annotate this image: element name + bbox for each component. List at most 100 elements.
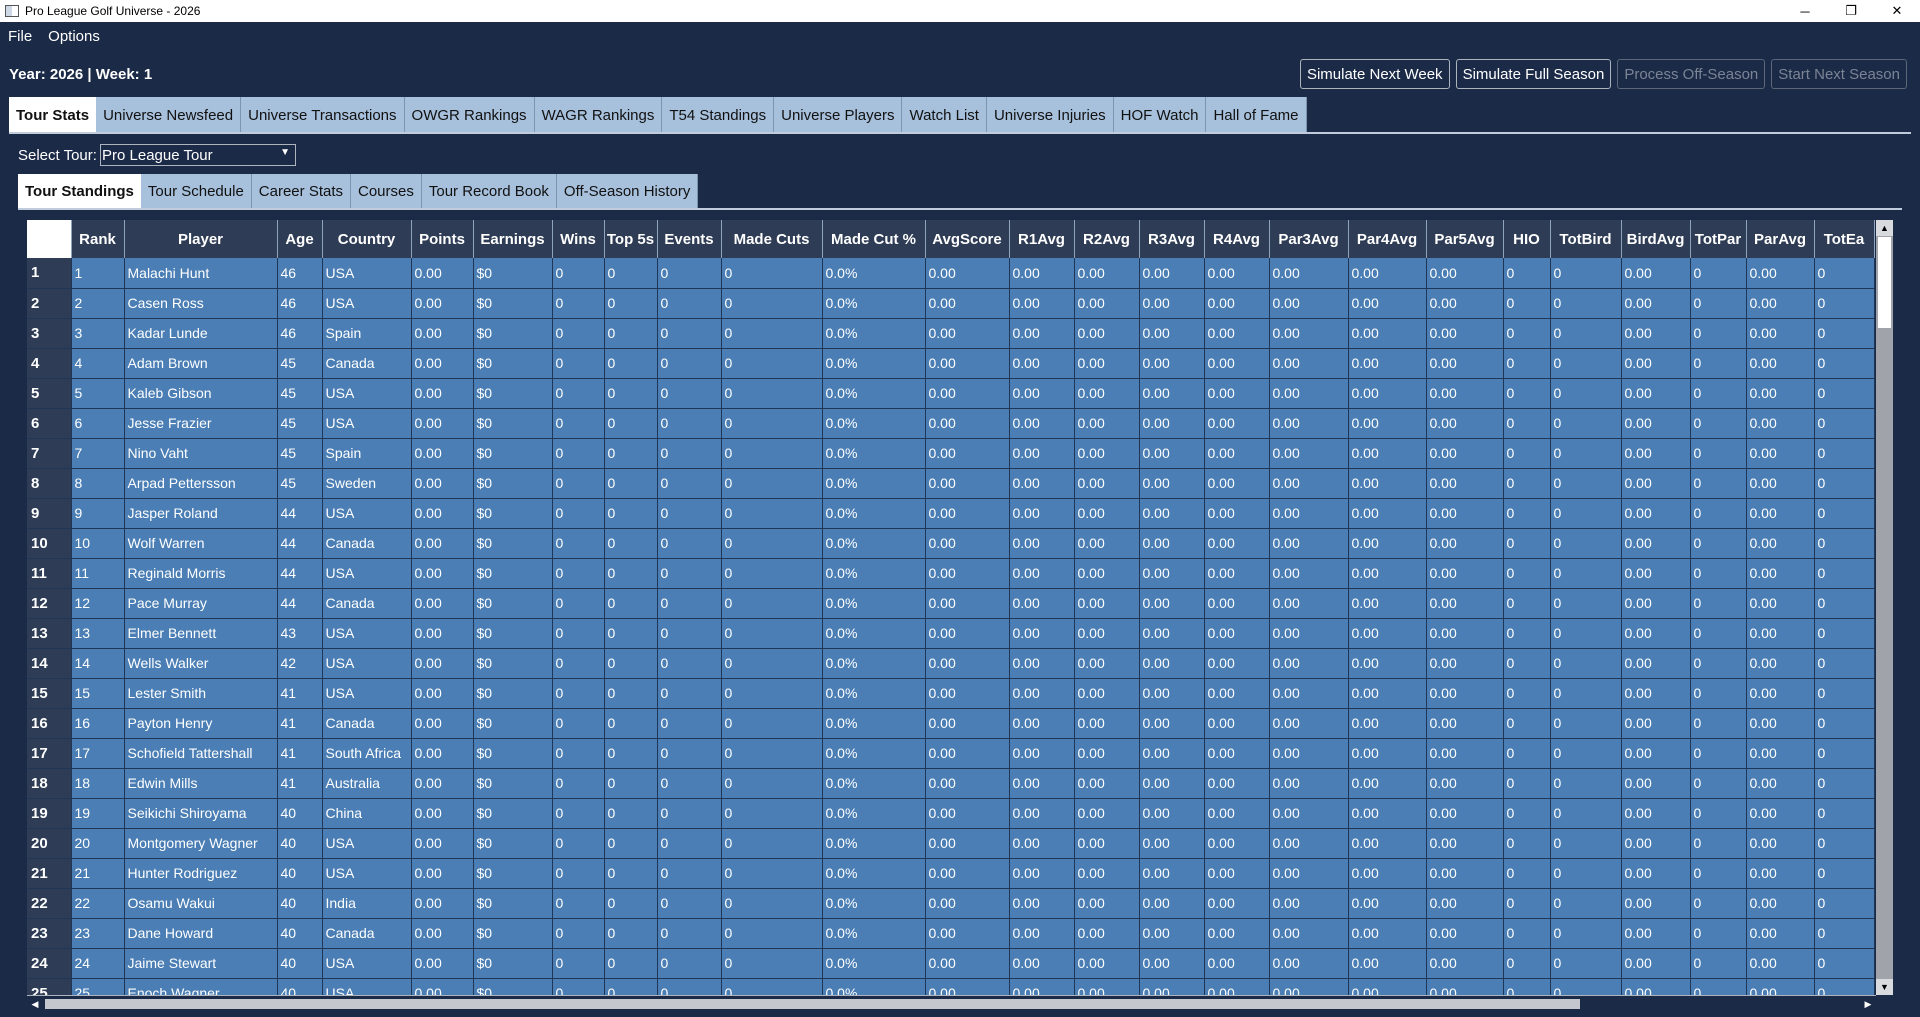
- stat-cell[interactable]: 0.00: [1269, 888, 1349, 919]
- stat-cell[interactable]: 0: [721, 948, 823, 979]
- tab-universe-injuries[interactable]: Universe Injuries: [986, 97, 1114, 133]
- stat-cell[interactable]: 0.00: [1426, 318, 1504, 349]
- stat-cell[interactable]: 0.00: [1269, 498, 1349, 529]
- stat-cell[interactable]: 0.00: [1009, 678, 1075, 709]
- column-header[interactable]: Earnings: [473, 220, 553, 258]
- tab-courses[interactable]: Courses: [351, 174, 422, 209]
- row-header[interactable]: 16: [27, 708, 72, 739]
- stat-cell[interactable]: 0.00: [1746, 618, 1815, 649]
- stat-cell[interactable]: 0.00: [1746, 348, 1815, 379]
- stat-cell[interactable]: 0.00: [1621, 798, 1691, 829]
- rank-cell[interactable]: 23: [71, 918, 125, 949]
- row-header[interactable]: 14: [27, 648, 72, 679]
- stat-cell[interactable]: 0.00: [411, 948, 474, 979]
- country-cell[interactable]: USA: [322, 558, 412, 589]
- stat-cell[interactable]: 0: [1690, 648, 1747, 679]
- stat-cell[interactable]: 0: [1550, 858, 1622, 889]
- stat-cell[interactable]: 0: [721, 918, 823, 949]
- age-cell[interactable]: 45: [277, 468, 323, 499]
- stat-cell[interactable]: 0.00: [1009, 708, 1075, 739]
- menu-file[interactable]: File: [0, 28, 40, 45]
- stat-cell[interactable]: 0.00: [1621, 618, 1691, 649]
- table-row[interactable]: 13 13 Elmer Bennett 43 USA 0.00 $0 0 0 0 0 0.0% 0.00…: [27, 618, 1875, 649]
- table-row[interactable]: 2 2 Casen Ross 46 USA 0.00 $0 0 0 0 0 0.0% 0.00 0.00 0…: [27, 288, 1875, 319]
- stat-cell[interactable]: 0: [1690, 558, 1747, 589]
- stat-cell[interactable]: 0.00: [1204, 258, 1270, 289]
- stat-cell[interactable]: 0.00: [1426, 678, 1504, 709]
- country-cell[interactable]: Spain: [322, 318, 412, 349]
- stat-cell[interactable]: $0: [473, 918, 553, 949]
- stat-cell[interactable]: 0.00: [1621, 558, 1691, 589]
- rank-cell[interactable]: 3: [71, 318, 125, 349]
- row-header[interactable]: 22: [27, 888, 72, 919]
- tab-wagr-rankings[interactable]: WAGR Rankings: [534, 97, 663, 133]
- country-cell[interactable]: Canada: [322, 588, 412, 619]
- player-cell[interactable]: Pace Murray: [124, 588, 278, 619]
- stat-cell[interactable]: $0: [473, 558, 553, 589]
- column-header[interactable]: AvgScore: [925, 220, 1010, 258]
- stat-cell[interactable]: 0: [657, 918, 722, 949]
- stat-cell[interactable]: 0.00: [411, 288, 474, 319]
- restore-icon[interactable]: ❐: [1828, 0, 1874, 22]
- age-cell[interactable]: 40: [277, 798, 323, 829]
- stat-cell[interactable]: 0.00: [1269, 348, 1349, 379]
- stat-cell[interactable]: 0.00: [1204, 888, 1270, 919]
- stat-cell[interactable]: 0: [1814, 258, 1875, 289]
- table-row[interactable]: 14 14 Wells Walker 42 USA 0.00 $0 0 0 0 0 0.0% 0.00 0…: [27, 648, 1875, 679]
- stat-cell[interactable]: 0.00: [1139, 378, 1205, 409]
- country-cell[interactable]: USA: [322, 678, 412, 709]
- stat-cell[interactable]: 0: [721, 408, 823, 439]
- stat-cell[interactable]: 0.00: [1621, 948, 1691, 979]
- stat-cell[interactable]: 0.00: [1348, 858, 1427, 889]
- stat-cell[interactable]: 0.00: [1621, 858, 1691, 889]
- stat-cell[interactable]: 0: [1814, 528, 1875, 559]
- stat-cell[interactable]: 0.00: [1009, 288, 1075, 319]
- stat-cell[interactable]: 0.00: [1348, 498, 1427, 529]
- stat-cell[interactable]: 0: [1814, 498, 1875, 529]
- country-cell[interactable]: Australia: [322, 768, 412, 799]
- stat-cell[interactable]: 0.00: [1009, 408, 1075, 439]
- table-row[interactable]: 5 5 Kaleb Gibson 45 USA 0.00 $0 0 0 0 0 0.0% 0.00 0.0…: [27, 378, 1875, 409]
- player-cell[interactable]: Casen Ross: [124, 288, 278, 319]
- stat-cell[interactable]: $0: [473, 798, 553, 829]
- column-header[interactable]: Country: [322, 220, 412, 258]
- stat-cell[interactable]: 0.00: [1621, 498, 1691, 529]
- column-header[interactable]: TotPar: [1690, 220, 1747, 258]
- stat-cell[interactable]: 0.00: [1074, 828, 1140, 859]
- stat-cell[interactable]: 0.00: [1621, 588, 1691, 619]
- stat-cell[interactable]: 0.00: [1009, 258, 1075, 289]
- stat-cell[interactable]: 0: [552, 408, 605, 439]
- country-cell[interactable]: USA: [322, 258, 412, 289]
- stat-cell[interactable]: 0: [657, 378, 722, 409]
- stat-cell[interactable]: 0.00: [1269, 798, 1349, 829]
- stat-cell[interactable]: 0: [721, 348, 823, 379]
- stat-cell[interactable]: 0.00: [1426, 408, 1504, 439]
- stat-cell[interactable]: 0.00: [1348, 558, 1427, 589]
- column-header[interactable]: Top 5s: [604, 220, 658, 258]
- stat-cell[interactable]: 0.00: [1139, 828, 1205, 859]
- stat-cell[interactable]: 0: [552, 798, 605, 829]
- stat-cell[interactable]: 0.00: [1139, 498, 1205, 529]
- stat-cell[interactable]: 0.00: [1009, 648, 1075, 679]
- stat-cell[interactable]: 0: [1814, 378, 1875, 409]
- stat-cell[interactable]: 0.00: [1746, 918, 1815, 949]
- stat-cell[interactable]: 0: [604, 408, 658, 439]
- table-row[interactable]: 19 19 Seikichi Shiroyama 40 China 0.00 $0 0 0 0 0 0…: [27, 798, 1875, 829]
- stat-cell[interactable]: 0: [604, 438, 658, 469]
- stat-cell[interactable]: 0: [1550, 258, 1622, 289]
- column-header[interactable]: Made Cut %: [822, 220, 926, 258]
- stat-cell[interactable]: 0.00: [1348, 258, 1427, 289]
- row-header[interactable]: 17: [27, 738, 72, 769]
- stat-cell[interactable]: 0: [721, 888, 823, 919]
- row-header[interactable]: 1: [27, 258, 72, 289]
- country-cell[interactable]: Canada: [322, 528, 412, 559]
- rank-cell[interactable]: 18: [71, 768, 125, 799]
- vertical-scroll-thumb[interactable]: [1878, 237, 1891, 328]
- column-header[interactable]: R1Avg: [1009, 220, 1075, 258]
- stat-cell[interactable]: 0.00: [1139, 318, 1205, 349]
- stat-cell[interactable]: 0: [1814, 738, 1875, 769]
- rank-cell[interactable]: 6: [71, 408, 125, 439]
- column-header[interactable]: ParAvg: [1746, 220, 1815, 258]
- stat-cell[interactable]: $0: [473, 528, 553, 559]
- rank-cell[interactable]: 1: [71, 258, 125, 289]
